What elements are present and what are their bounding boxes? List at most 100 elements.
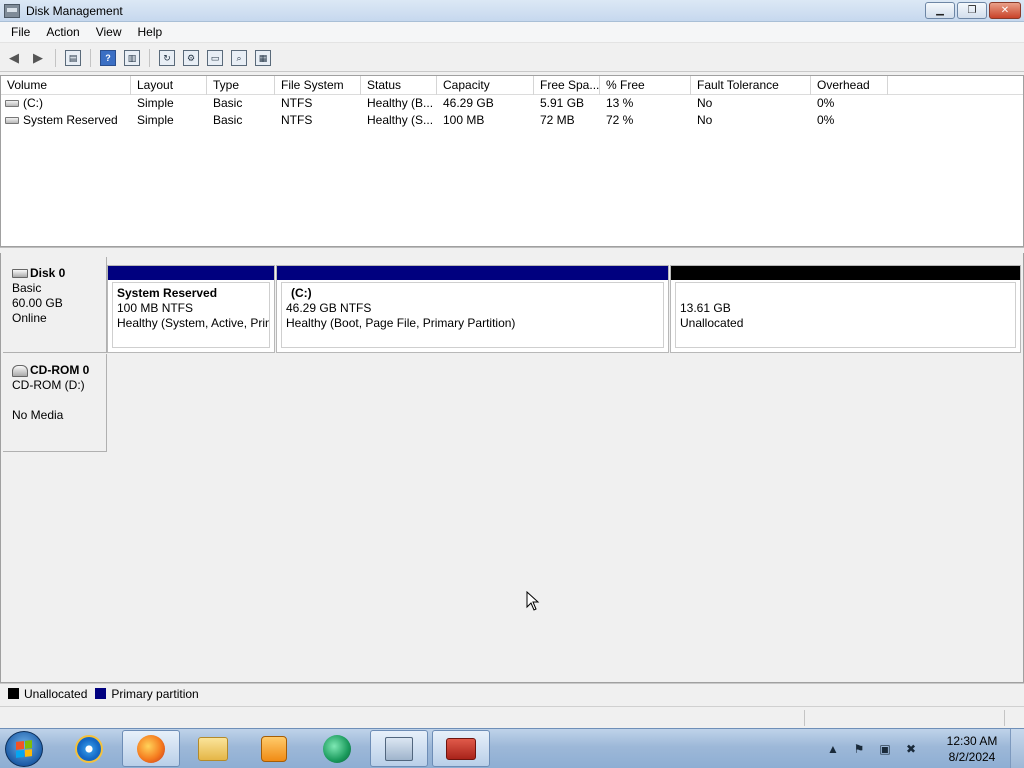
column-type[interactable]: Type <box>207 76 275 95</box>
taskbar-computer-management[interactable] <box>432 730 490 767</box>
disk-graphical-view: Disk 0 Basic 60.00 GB Online System Rese… <box>0 253 1024 683</box>
disk-0-row: Disk 0 Basic 60.00 GB Online System Rese… <box>3 257 1023 353</box>
taskbar-media-player[interactable] <box>245 730 303 767</box>
fault-tolerance-cell: No <box>697 96 713 110</box>
status-bar <box>0 706 1024 728</box>
menu-help[interactable]: Help <box>130 23 171 41</box>
taskbar-internet-explorer[interactable] <box>60 730 118 767</box>
taskbar-globe-app[interactable] <box>308 730 366 767</box>
menu-view[interactable]: View <box>88 23 130 41</box>
action-center-flag-icon[interactable]: ⚑ <box>851 741 867 757</box>
disk-0-status: Online <box>12 311 47 325</box>
disk-management-icon <box>4 3 20 18</box>
magnifier-icon: ⌕ <box>231 49 247 66</box>
volume-cell: System Reserved <box>1 112 131 129</box>
fault-tolerance-cell: No <box>697 113 713 127</box>
show-hide-console-button[interactable]: ▤ <box>63 48 83 68</box>
restore-button[interactable]: ❐ <box>957 2 987 19</box>
column-percent-free[interactable]: % Free <box>600 76 691 95</box>
partition-unallocated[interactable]: 13.61 GB Unallocated <box>670 265 1021 353</box>
minimize-button[interactable]: ▁ <box>925 2 955 19</box>
internet-explorer-icon <box>75 734 103 763</box>
disk-0-label[interactable]: Disk 0 Basic 60.00 GB Online <box>3 257 107 353</box>
disk-0-name-line: Disk 0 <box>12 266 106 281</box>
volume-drive-icon <box>5 117 19 124</box>
volume-list-header: Volume Layout Type File System Status Ca… <box>1 76 1023 95</box>
percent-free-cell: 72 % <box>606 113 634 127</box>
refresh-button[interactable]: ↻ <box>157 48 177 68</box>
legend: Unallocated Primary partition <box>0 683 1024 703</box>
partition-color-bar <box>108 266 274 280</box>
close-button[interactable]: ✕ <box>989 2 1021 19</box>
cdrom-0-name-line: CD-ROM 0 <box>12 363 106 378</box>
menu-file[interactable]: File <box>3 23 38 41</box>
overhead-cell: 0% <box>817 113 835 127</box>
open-button[interactable]: ▭ <box>205 48 225 68</box>
capacity-cell: 46.29 GB <box>443 96 494 110</box>
partition-body: (C:) 46.29 GB NTFS Healthy (Boot, Page F… <box>281 282 664 348</box>
column-status[interactable]: Status <box>361 76 437 95</box>
volume-row-c[interactable]: (C:) Simple Basic NTFS Healthy (B... 46.… <box>1 95 1023 112</box>
rescan-button[interactable]: ⚙ <box>181 48 201 68</box>
cdrom-0-drive: CD-ROM (D:) <box>12 378 85 392</box>
clock[interactable]: 12:30 AM 8/2/2024 <box>934 733 1010 765</box>
taskbar-file-explorer[interactable] <box>184 730 242 767</box>
clock-date: 8/2/2024 <box>948 750 996 764</box>
windows-logo-icon <box>16 740 32 758</box>
start-button[interactable] <box>5 731 43 767</box>
show-desktop-button[interactable] <box>1010 729 1024 768</box>
partition-body: System Reserved 100 MB NTFS Healthy (Sys… <box>112 282 270 348</box>
volume-name: System Reserved <box>23 113 118 127</box>
partition-c[interactable]: (C:) 46.29 GB NTFS Healthy (Boot, Page F… <box>276 265 669 353</box>
open-folder-icon: ▭ <box>207 49 223 66</box>
clock-time: 12:30 AM <box>946 734 998 748</box>
explore-button[interactable]: ⌕ <box>229 48 249 68</box>
free-space-cell: 72 MB <box>540 113 575 127</box>
forward-button[interactable]: ▶ <box>28 48 48 68</box>
taskbar-firefox[interactable] <box>122 730 180 767</box>
menu-action[interactable]: Action <box>38 23 87 41</box>
firefox-icon <box>137 734 165 763</box>
back-button[interactable]: ◀ <box>4 48 24 68</box>
capacity-cell: 100 MB <box>443 113 485 127</box>
rescan-disks-icon: ⚙ <box>183 49 199 66</box>
properties-button[interactable]: ▦ <box>253 48 273 68</box>
help-button[interactable]: ? <box>98 48 118 68</box>
window-controls: ▁ ❐ ✕ <box>925 2 1021 19</box>
refresh-icon: ↻ <box>159 49 175 66</box>
network-icon[interactable]: ▣ <box>877 741 893 757</box>
status-cell: Healthy (S... <box>367 113 434 127</box>
cdrom-0-label[interactable]: CD-ROM 0 CD-ROM (D:) No Media <box>3 354 107 452</box>
status-bar-divider <box>804 710 805 726</box>
percent-free-cell: 13 % <box>606 96 634 110</box>
partition-name: System Reserved <box>117 286 218 300</box>
show-action-pane-button[interactable]: ▥ <box>122 48 142 68</box>
taskbar-network-app[interactable] <box>370 730 428 767</box>
volume-drive-icon <box>5 100 19 107</box>
volume-muted-icon[interactable]: ✖ <box>903 741 919 757</box>
partition-color-bar <box>277 266 668 280</box>
column-file-system[interactable]: File System <box>275 76 361 95</box>
partition-status: Healthy (Boot, Page File, Primary Partit… <box>286 316 516 330</box>
partition-status: Unallocated <box>680 316 744 330</box>
column-overhead[interactable]: Overhead <box>811 76 888 95</box>
globe-app-icon <box>323 734 351 763</box>
column-volume[interactable]: Volume <box>1 76 131 95</box>
show-hidden-icons-icon[interactable]: ▲ <box>825 741 841 757</box>
forward-arrow-icon: ▶ <box>33 49 43 65</box>
column-fault-tolerance[interactable]: Fault Tolerance <box>691 76 811 95</box>
legend-unallocated: Unallocated <box>8 687 87 701</box>
column-free-space[interactable]: Free Spa... <box>534 76 600 95</box>
free-space-cell: 5.91 GB <box>540 96 585 110</box>
partition-name: (C:) <box>291 286 312 300</box>
file-system-cell: NTFS <box>281 113 313 127</box>
column-capacity[interactable]: Capacity <box>437 76 534 95</box>
overhead-cell: 0% <box>817 96 835 110</box>
volume-row-system-reserved[interactable]: System Reserved Simple Basic NTFS Health… <box>1 112 1023 129</box>
legend-primary-label: Primary partition <box>111 686 199 701</box>
partition-system-reserved[interactable]: System Reserved 100 MB NTFS Healthy (Sys… <box>107 265 275 353</box>
console-tree-icon: ▤ <box>65 49 81 66</box>
column-layout[interactable]: Layout <box>131 76 207 95</box>
cdrom-0-spacer <box>12 393 106 408</box>
toolbar-separator <box>90 48 91 67</box>
